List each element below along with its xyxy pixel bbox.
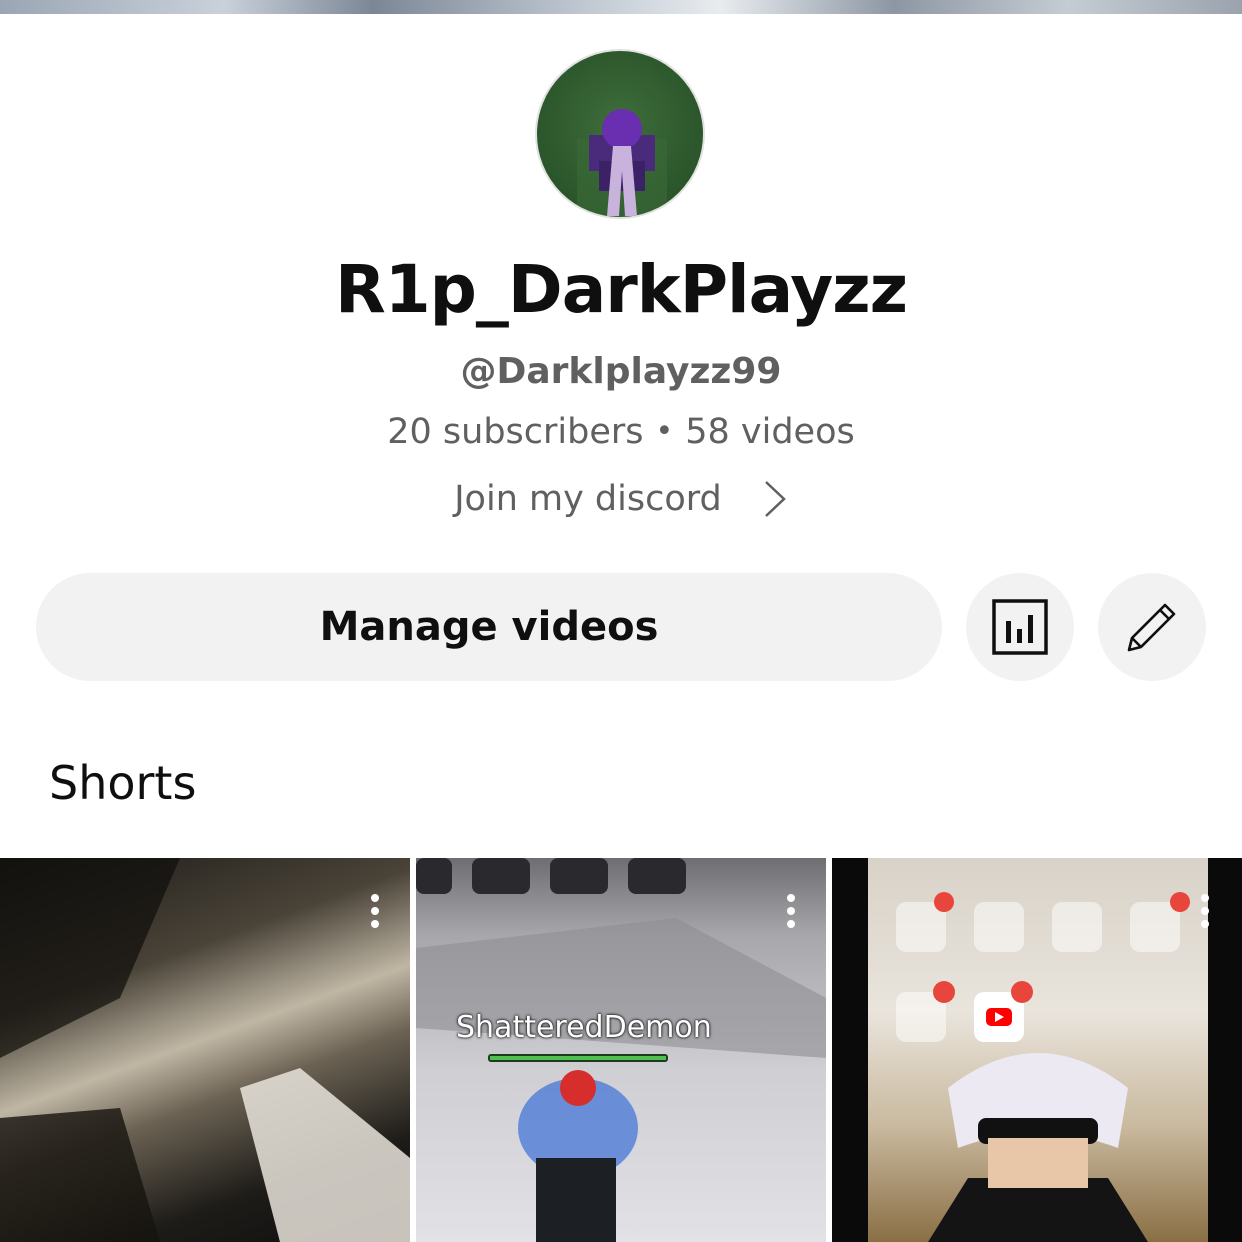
avatar[interactable] [535, 49, 705, 219]
short-thumbnail[interactable] [0, 858, 410, 1242]
channel-name: R1p_DarkPlayzz [334, 251, 908, 328]
manage-videos-button[interactable]: Manage videos [36, 573, 942, 681]
more-options-icon[interactable] [786, 894, 796, 928]
short-thumbnail[interactable]: ShatteredDemon [416, 858, 826, 1242]
pencil-icon [1127, 603, 1176, 652]
channel-link-row[interactable]: Join my discord [0, 474, 1242, 524]
analytics-icon [992, 599, 1048, 655]
more-options-icon[interactable] [370, 894, 380, 928]
short-overlay-text: ShatteredDemon [456, 1010, 712, 1045]
channel-handle: @Darklplayzz99 [460, 351, 782, 392]
subscriber-count: 20 subscribers [387, 412, 644, 452]
edit-channel-button[interactable] [1098, 573, 1206, 681]
avatar-character-image [577, 109, 667, 217]
channel-banner [0, 0, 1242, 14]
more-options-icon[interactable] [1200, 894, 1210, 928]
stats-separator: • [655, 414, 674, 449]
channel-link-text: Join my discord [454, 479, 722, 519]
short-thumbnail-image [0, 858, 410, 1242]
short-thumbnail-image [868, 858, 1208, 1242]
short-thumbnail[interactable] [832, 858, 1242, 1242]
chevron-right-icon [764, 481, 786, 517]
video-count: 58 videos [685, 412, 855, 452]
channel-stats: 20 subscribers • 58 videos [0, 410, 1242, 454]
shorts-section-title: Shorts [49, 756, 197, 810]
home-screen-graphic [896, 892, 1190, 1242]
analytics-button[interactable] [966, 573, 1074, 681]
short-thumbnail-image [416, 858, 826, 1242]
manage-videos-label: Manage videos [319, 604, 659, 650]
